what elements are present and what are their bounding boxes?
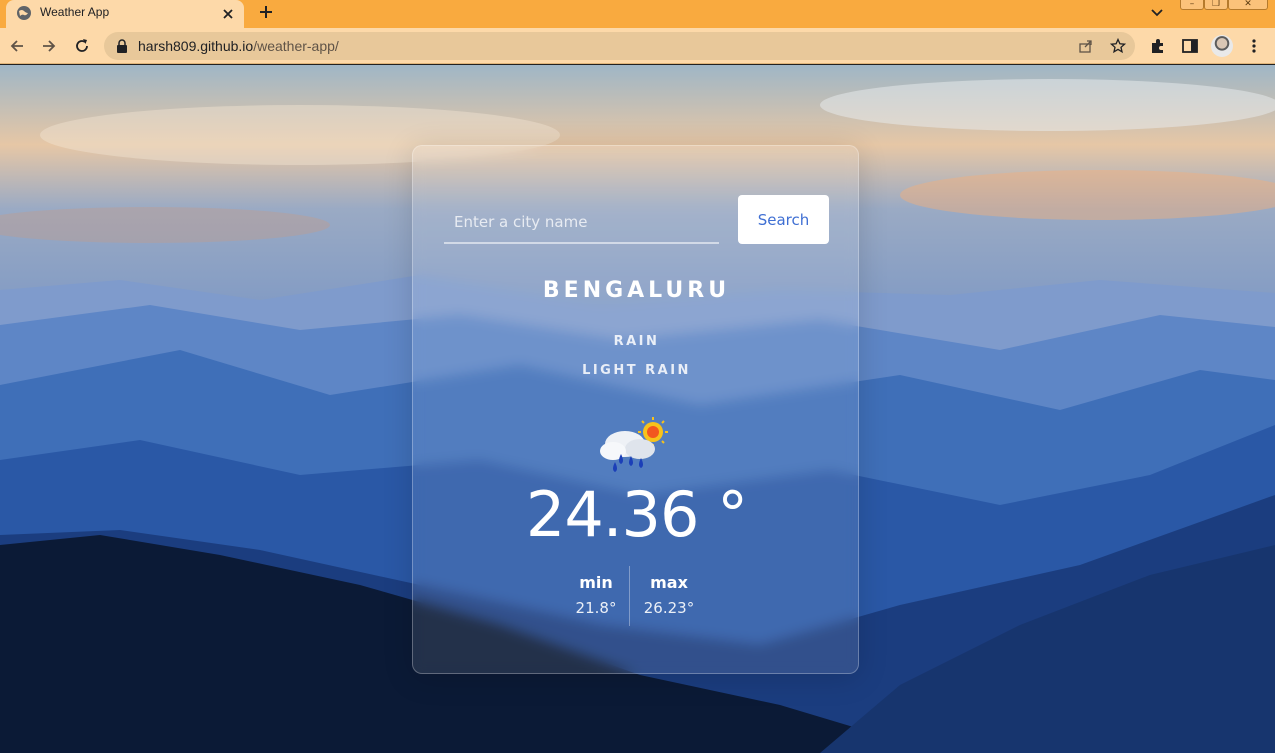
weather-condition: RAIN bbox=[613, 334, 660, 349]
window-restore-button[interactable]: ❐ bbox=[1204, 0, 1228, 10]
browser-tab-bar: Weather App – ❐ ✕ bbox=[0, 0, 1275, 28]
side-panel-icon[interactable] bbox=[1181, 37, 1199, 55]
chevron-down-icon[interactable] bbox=[1149, 4, 1165, 20]
forward-arrow-icon[interactable] bbox=[40, 37, 58, 55]
bookmark-star-icon[interactable] bbox=[1110, 38, 1126, 54]
max-label: max bbox=[650, 573, 688, 592]
weather-card: Search BENGALURU RAIN LIGHT RAIN bbox=[412, 145, 859, 674]
city-search-input[interactable] bbox=[444, 201, 719, 244]
lock-icon[interactable] bbox=[116, 39, 128, 53]
new-tab-plus-icon[interactable] bbox=[257, 3, 275, 21]
browser-toolbar: harsh809.github.io/weather-app/ bbox=[0, 28, 1275, 64]
min-label: min bbox=[579, 573, 613, 592]
window-close-button[interactable]: ✕ bbox=[1228, 0, 1268, 10]
rain-sun-cloud-icon bbox=[600, 417, 668, 472]
globe-icon bbox=[17, 6, 31, 20]
url-text[interactable]: harsh809.github.io/weather-app/ bbox=[138, 38, 339, 54]
search-button[interactable]: Search bbox=[738, 195, 829, 244]
browser-tab[interactable]: Weather App bbox=[6, 0, 244, 28]
weather-description: LIGHT RAIN bbox=[582, 363, 691, 378]
close-icon[interactable] bbox=[220, 6, 236, 22]
tab-title: Weather App bbox=[40, 5, 110, 19]
address-bar[interactable]: harsh809.github.io/weather-app/ bbox=[104, 32, 1135, 60]
page-viewport: Search BENGALURU RAIN LIGHT RAIN bbox=[0, 65, 1275, 753]
extensions-puzzle-icon[interactable] bbox=[1149, 37, 1167, 55]
more-vertical-icon[interactable] bbox=[1245, 37, 1263, 55]
temperature: 24.36 ° bbox=[525, 478, 748, 551]
share-icon[interactable] bbox=[1078, 38, 1094, 54]
max-temperature: 26.23° bbox=[643, 599, 695, 617]
min-temperature: 21.8° bbox=[575, 599, 617, 617]
reload-icon[interactable] bbox=[73, 37, 91, 55]
profile-avatar[interactable] bbox=[1211, 35, 1233, 57]
window-minimize-button[interactable]: – bbox=[1180, 0, 1204, 10]
city-name: BENGALURU bbox=[542, 278, 731, 303]
back-arrow-icon[interactable] bbox=[8, 37, 26, 55]
